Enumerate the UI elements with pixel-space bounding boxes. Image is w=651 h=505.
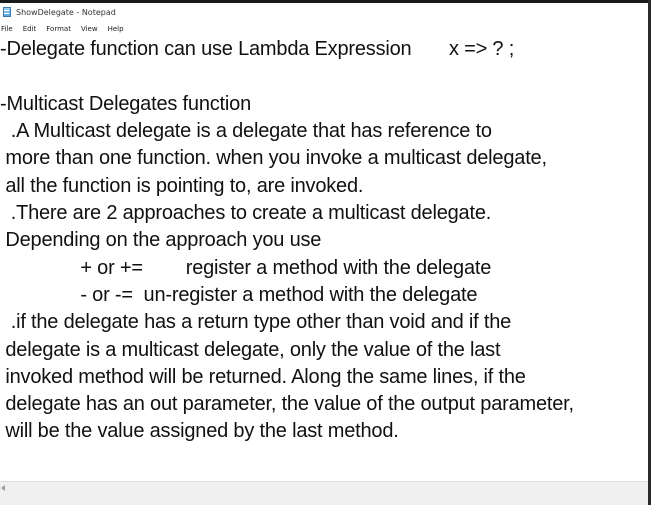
text-line: all the function is pointing to, are inv…: [0, 175, 364, 197]
text-line: .if the delegate has a return type other…: [0, 311, 512, 333]
text-line: will be the value assigned by the last m…: [0, 420, 399, 442]
text-line: Depending on the approach you use: [0, 229, 322, 251]
text-line: -Delegate function can use Lambda Expres…: [0, 38, 515, 60]
window-title: ShowDelegate - Notepad: [16, 7, 116, 17]
text-line: more than one function. when you invoke …: [0, 147, 547, 169]
menu-view[interactable]: View: [80, 25, 99, 33]
text-line: delegate has an out parameter, the value…: [0, 393, 574, 415]
menu-help[interactable]: Help: [107, 25, 125, 33]
menu-format[interactable]: Format: [45, 25, 72, 33]
text-line: invoked method will be returned. Along t…: [0, 366, 526, 388]
menu-file[interactable]: File: [0, 25, 14, 33]
title-bar[interactable]: ShowDelegate - Notepad: [0, 3, 648, 21]
text-line: - or -= un-register a method with the de…: [0, 284, 478, 306]
horizontal-scrollbar[interactable]: [0, 481, 648, 505]
menu-bar: File Edit Format View Help: [0, 22, 648, 35]
text-line: .There are 2 approaches to create a mult…: [0, 202, 492, 224]
text-line: delegate is a multicast delegate, only t…: [0, 339, 501, 361]
text-line: -Multicast Delegates function: [0, 93, 251, 115]
menu-edit[interactable]: Edit: [22, 25, 38, 33]
text-line: + or += register a method with the deleg…: [0, 257, 492, 279]
notepad-icon: [2, 6, 13, 18]
text-line: .A Multicast delegate is a delegate that…: [0, 120, 492, 142]
text-editor-area[interactable]: -Delegate function can use Lambda Expres…: [0, 36, 648, 480]
scroll-left-arrow-icon[interactable]: [1, 485, 5, 491]
